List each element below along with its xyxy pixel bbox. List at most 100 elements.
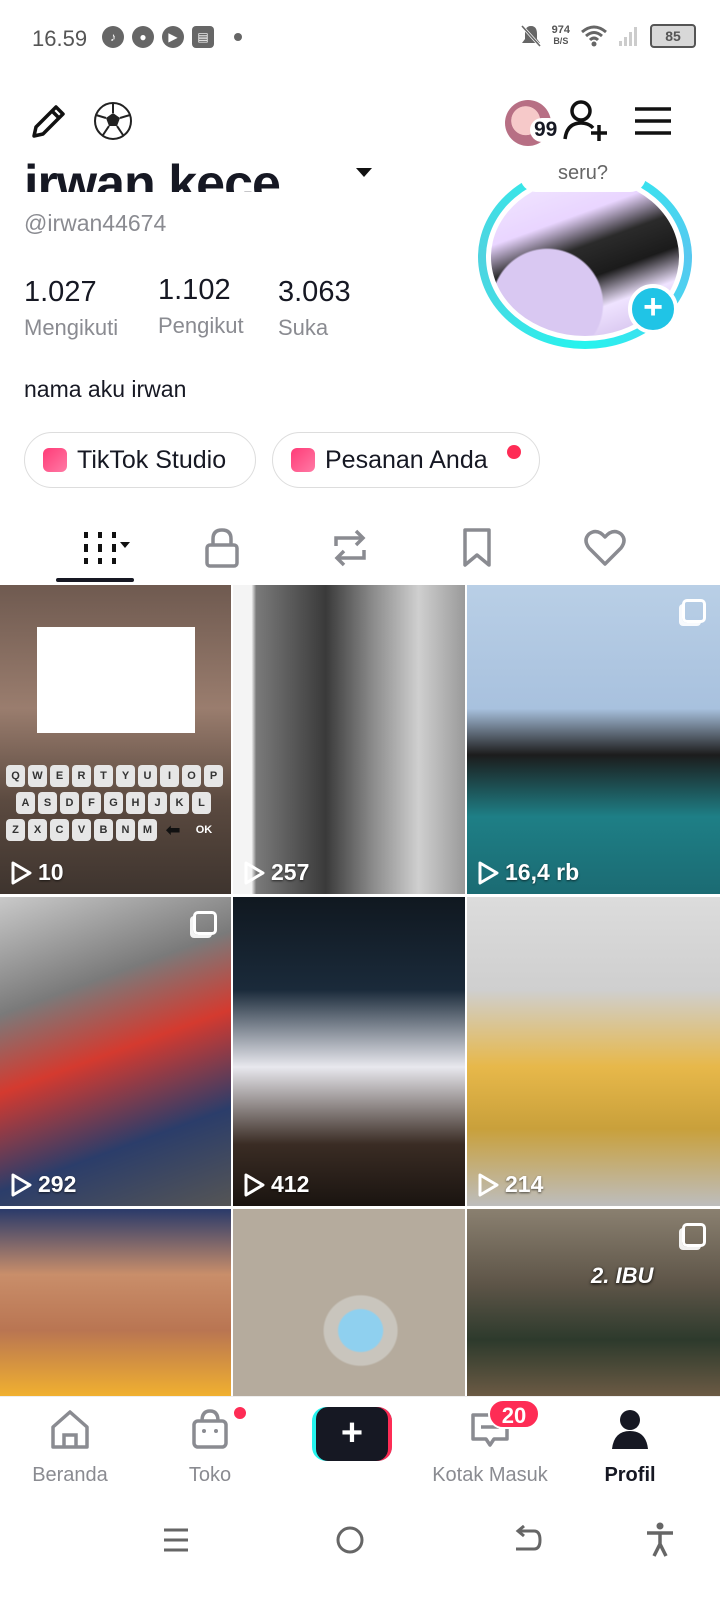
media-notification-icon: ▶ <box>162 26 184 48</box>
tab-videos[interactable] <box>62 518 142 578</box>
keyboard-key: Z <box>6 819 25 841</box>
home-circle-icon[interactable] <box>320 1510 380 1570</box>
keyboard-key: M <box>138 819 157 841</box>
video-tile[interactable]: 257 <box>233 585 465 894</box>
heart-icon <box>584 529 626 566</box>
tab-liked[interactable] <box>565 518 645 578</box>
keyboard-key: W <box>28 765 47 787</box>
accessibility-icon[interactable] <box>630 1510 690 1570</box>
stat-followers[interactable]: 1.102 Pengikut <box>158 274 244 339</box>
plus-icon: + <box>316 1407 388 1461</box>
back-icon[interactable] <box>496 1510 556 1570</box>
grid-icon <box>84 532 130 564</box>
recent-apps-icon[interactable] <box>146 1510 206 1570</box>
play-icon <box>11 861 32 884</box>
tab-reposts[interactable] <box>310 518 390 578</box>
network-speed: 974 B/S <box>552 25 570 47</box>
battery-icon: 85 <box>650 24 696 48</box>
view-count: 292 <box>10 1171 76 1198</box>
stat-likes[interactable]: 3.063 Suka <box>278 276 351 341</box>
keyboard-key: B <box>94 819 113 841</box>
studio-icon <box>43 448 67 472</box>
keyboard-row: ASDFGHJKL <box>6 792 226 814</box>
video-tile[interactable] <box>233 1209 465 1396</box>
mute-icon <box>520 24 541 48</box>
video-thumbnail-card <box>37 627 195 733</box>
play-icon <box>11 1173 32 1196</box>
view-count: 257 <box>243 859 309 886</box>
video-tile[interactable]: 16,4 rb <box>467 585 720 894</box>
photo-carousel-icon <box>682 599 706 623</box>
view-count-value: 10 <box>38 859 64 885</box>
network-speed-value: 974 <box>551 24 570 36</box>
stat-following[interactable]: 1.027 Mengikuti <box>24 276 118 341</box>
create-button[interactable]: + <box>312 1407 392 1461</box>
orders-label: Pesanan Anda <box>325 445 488 474</box>
account-switch-caret-icon[interactable] <box>356 168 372 177</box>
keyboard-row: QWERTYUIOP <box>6 765 226 787</box>
tab-favorites[interactable] <box>437 518 517 578</box>
menu-icon[interactable] <box>630 98 676 144</box>
view-count-value: 214 <box>505 1171 544 1197</box>
soccer-ball-icon[interactable] <box>90 98 136 144</box>
keyboard-key: F <box>82 792 101 814</box>
keyboard-key: J <box>148 792 167 814</box>
keyboard-key: S <box>38 792 57 814</box>
video-tile[interactable]: 292 <box>0 897 231 1206</box>
orders-notification-dot <box>507 445 521 459</box>
keyboard-key: E <box>50 765 69 787</box>
profile-handle: @irwan44674 <box>24 210 167 236</box>
keyboard-key: L <box>192 792 211 814</box>
add-friend-icon[interactable] <box>560 96 612 148</box>
shop-notification-dot <box>232 1405 248 1421</box>
add-story-plus-icon[interactable]: + <box>628 284 678 334</box>
keyboard-image: QWERTYUIOP ASDFGHJKL Z X C V B N M ⬅ OK <box>6 765 226 846</box>
nav-shop[interactable]: Toko <box>140 1407 280 1487</box>
keyboard-key: R <box>72 765 91 787</box>
keyboard-key: G <box>104 792 123 814</box>
keyboard-row: Z X C V B N M ⬅ OK <box>6 819 226 841</box>
keyboard-key: T <box>94 765 113 787</box>
video-tile[interactable]: 412 <box>233 897 465 1206</box>
tiktok-notification-icon: ♪ <box>102 26 124 48</box>
battery-level: 85 <box>665 28 681 44</box>
keyboard-key: C <box>50 819 69 841</box>
home-icon <box>51 1410 89 1449</box>
keyboard-key: I <box>160 765 179 787</box>
active-tab-indicator <box>56 578 134 582</box>
profile-bio: nama aku irwan <box>24 376 187 402</box>
stat-label: Mengikuti <box>24 315 119 340</box>
play-icon <box>244 1173 265 1196</box>
network-speed-unit: B/S <box>553 36 569 46</box>
status-time: 16.59 <box>32 26 88 51</box>
nav-profile[interactable]: Profil <box>560 1407 700 1487</box>
photo-carousel-icon <box>193 911 217 935</box>
nav-shop-label: Toko <box>188 1464 232 1486</box>
bookmark-icon <box>463 528 491 567</box>
stat-value: 3.063 <box>278 276 351 308</box>
nav-home-label: Beranda <box>32 1464 108 1486</box>
orders-button[interactable]: Pesanan Anda <box>272 432 540 488</box>
edit-pencil-icon[interactable] <box>24 98 72 146</box>
keyboard-key: OK <box>195 824 213 836</box>
notification-icons: ♪ ● ▶ ▤ <box>102 26 242 48</box>
bottom-navigation: Beranda Toko + Kotak Masuk 20 Profil <box>0 1396 720 1492</box>
video-tile[interactable]: 2. IBU <box>467 1209 720 1396</box>
keyboard-key: Q <box>6 765 25 787</box>
nav-home[interactable]: Beranda <box>0 1407 140 1487</box>
view-count-value: 412 <box>271 1171 310 1197</box>
profile-name[interactable]: irwan kece <box>24 146 280 192</box>
video-tile[interactable]: QWERTYUIOP ASDFGHJKL Z X C V B N M ⬅ OK 10 <box>0 585 231 894</box>
avatar-note-bubble[interactable]: seru? <box>520 162 646 192</box>
tab-private[interactable] <box>182 518 262 578</box>
signal-icon <box>619 27 637 46</box>
tiktok-studio-button[interactable]: TikTok Studio <box>24 432 256 488</box>
view-count: 10 <box>10 859 64 886</box>
app-notification-icon: ● <box>132 26 154 48</box>
video-tile[interactable] <box>0 1209 231 1396</box>
profile-tabs <box>0 518 720 584</box>
stat-value: 1.102 <box>158 274 231 306</box>
video-tile[interactable]: 214 <box>467 897 720 1206</box>
view-count: 412 <box>243 1171 309 1198</box>
friends-count-badge: 99 <box>530 118 562 142</box>
